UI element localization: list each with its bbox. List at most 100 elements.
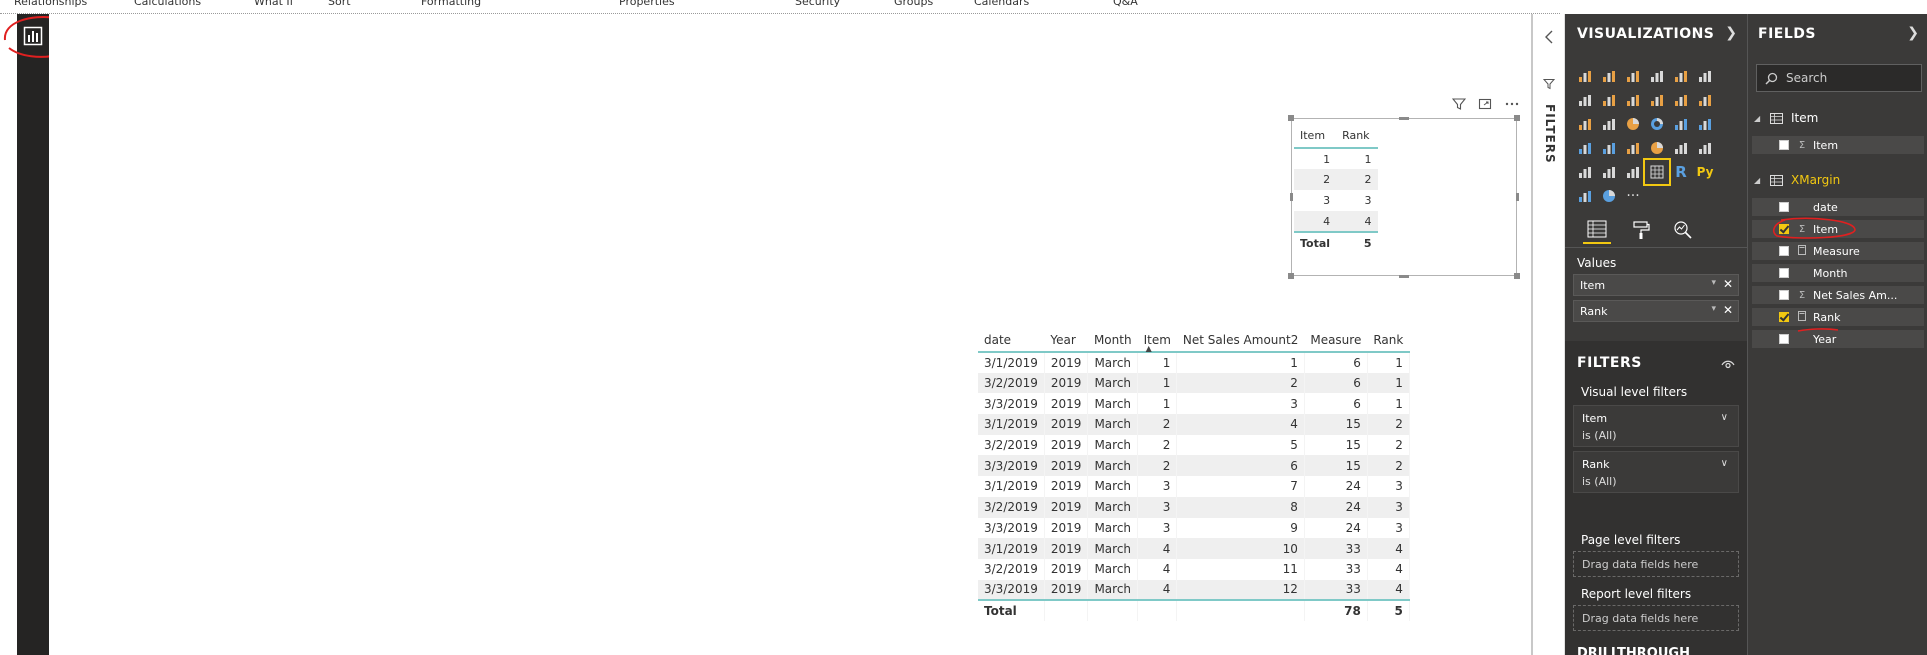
detail-table-visual[interactable]: date Year Month Item ▲ Net Sales Amount2 Measu… [978, 320, 1410, 621]
table-row[interactable]: 33 [1294, 190, 1378, 211]
column-header[interactable]: Rank [1336, 122, 1377, 148]
collapse-chevron-icon[interactable] [1544, 30, 1554, 44]
tab-format[interactable] [1627, 216, 1655, 244]
fields-search-box[interactable] [1756, 64, 1922, 92]
slicer-icon[interactable] [1597, 160, 1621, 184]
remove-field-icon[interactable]: ✕ [1723, 303, 1733, 317]
field-item[interactable]: Σ Item [1752, 136, 1924, 154]
filled-map-icon[interactable] [1573, 136, 1597, 160]
table-row[interactable]: 3/2/2019 2019 March 3 8 24 3 [978, 496, 1410, 518]
value-well-field[interactable]: Item ▾ ✕ [1573, 274, 1739, 296]
map-icon[interactable] [1693, 112, 1717, 136]
shape-map-icon[interactable] [1597, 136, 1621, 160]
table-row[interactable]: 11 [1294, 148, 1378, 169]
chevron-right-icon[interactable]: ❯ [1725, 25, 1737, 41]
scatter-icon[interactable] [1597, 112, 1621, 136]
line-column-icon[interactable] [1645, 88, 1669, 112]
expand-triangle-icon[interactable]: ◢ [1754, 114, 1766, 123]
chevron-down-icon[interactable]: ∨ [1721, 458, 1728, 469]
pie-chart-icon[interactable] [1621, 112, 1645, 136]
column-header[interactable]: Measure [1304, 320, 1367, 352]
report-level-drop-zone[interactable]: Drag data fields here [1573, 605, 1739, 631]
globe-icon[interactable] [1597, 184, 1621, 208]
matrix-icon[interactable] [1643, 158, 1671, 186]
search-input[interactable] [1786, 71, 1916, 85]
column-header[interactable]: Item ▲ [1138, 320, 1177, 353]
field-item[interactable]: Month [1752, 264, 1924, 282]
resize-handle[interactable] [1399, 116, 1409, 120]
eye-icon[interactable] [1721, 355, 1735, 374]
chevron-right-icon[interactable]: ❯ [1907, 25, 1919, 41]
more-options-icon[interactable] [1504, 96, 1520, 115]
resize-handle[interactable] [1288, 273, 1294, 279]
multi-row-card-icon[interactable] [1693, 136, 1717, 160]
area-chart-icon[interactable] [1597, 88, 1621, 112]
field-checkbox[interactable] [1779, 334, 1789, 344]
card-icon[interactable] [1669, 136, 1693, 160]
filter-card[interactable]: Item is (All) ∨ [1573, 405, 1739, 447]
table-row[interactable]: 3/3/2019 2019 March 1 3 6 1 [978, 393, 1410, 415]
table-row[interactable]: 22 [1294, 169, 1378, 190]
tab-analytics[interactable] [1669, 216, 1697, 244]
value-well-field[interactable]: Rank ▾ ✕ [1573, 300, 1739, 322]
clustered-bar-icon[interactable] [1621, 64, 1645, 88]
field-table-header[interactable]: ◢ XMargin [1754, 170, 1924, 190]
report-view-button[interactable] [17, 20, 49, 52]
table-row[interactable]: 3/2/2019 2019 March 4 11 33 4 [978, 558, 1410, 580]
table-row[interactable]: 44 [1294, 211, 1378, 232]
line-stacked-icon[interactable] [1669, 88, 1693, 112]
table-row[interactable]: 3/1/2019 2019 March 3 7 24 3 [978, 476, 1410, 497]
table-row[interactable]: 3/3/2019 2019 March 4 12 33 4 [978, 579, 1410, 601]
table-row[interactable]: 3/2/2019 2019 March 2 5 15 2 [978, 434, 1410, 456]
column-header[interactable]: date [978, 320, 1044, 352]
column-header[interactable]: Year [1044, 320, 1088, 352]
column-header[interactable]: Net Sales Amount2 [1177, 320, 1304, 352]
python-visual-icon[interactable]: Py [1693, 160, 1717, 184]
field-checkbox[interactable] [1779, 312, 1789, 322]
column-header[interactable]: Rank [1367, 320, 1409, 352]
filter-icon[interactable] [1451, 96, 1467, 115]
resize-handle[interactable] [1514, 115, 1520, 121]
line-chart-icon[interactable] [1573, 88, 1597, 112]
field-item[interactable]: Σ Net Sales Am... [1752, 286, 1924, 304]
resize-handle[interactable] [1288, 115, 1294, 121]
field-item[interactable]: Σ Item [1752, 220, 1924, 238]
table-row[interactable]: 3/2/2019 2019 March 1 2 6 1 [978, 372, 1410, 394]
item-rank-table-visual[interactable]: Item Rank 11223344 Total 5 [1291, 118, 1517, 276]
table-row[interactable]: 3/3/2019 2019 March 2 6 15 2 [978, 455, 1410, 477]
table-row[interactable]: 3/1/2019 2019 March 1 1 6 1 [978, 352, 1410, 373]
100-column-icon[interactable] [1693, 64, 1717, 88]
clustered-column-icon[interactable] [1645, 64, 1669, 88]
resize-handle[interactable] [1514, 273, 1520, 279]
resize-handle[interactable] [1515, 193, 1519, 201]
resize-handle[interactable] [1289, 193, 1293, 201]
field-item[interactable]: date [1752, 198, 1924, 216]
more-visuals-icon[interactable]: ··· [1621, 184, 1645, 208]
field-checkbox[interactable] [1779, 268, 1789, 278]
kpi-icon[interactable] [1573, 160, 1597, 184]
funnel-chart-icon[interactable] [1621, 136, 1645, 160]
waterfall-icon[interactable] [1573, 112, 1597, 136]
column-header[interactable]: Month [1088, 320, 1138, 352]
r-visual-icon[interactable]: R [1669, 160, 1693, 184]
treemap-icon[interactable] [1669, 112, 1693, 136]
arcgis-icon[interactable] [1573, 184, 1597, 208]
field-item[interactable]: Measure [1752, 242, 1924, 260]
field-table-header[interactable]: ◢ Item [1754, 108, 1924, 128]
table-row[interactable]: 3/1/2019 2019 March 2 4 15 2 [978, 414, 1410, 435]
resize-handle[interactable] [1399, 274, 1409, 278]
remove-field-icon[interactable]: ✕ [1723, 277, 1733, 291]
chevron-down-icon[interactable]: ▾ [1711, 304, 1716, 314]
stacked-area-icon[interactable] [1621, 88, 1645, 112]
filter-card[interactable]: Rank is (All) ∨ [1573, 451, 1739, 493]
field-item[interactable]: Year [1752, 330, 1924, 348]
expand-triangle-icon[interactable]: ◢ [1754, 176, 1766, 185]
100-bar-icon[interactable] [1669, 64, 1693, 88]
field-checkbox[interactable] [1779, 224, 1789, 234]
field-checkbox[interactable] [1779, 140, 1789, 150]
field-checkbox[interactable] [1779, 246, 1789, 256]
chevron-down-icon[interactable]: ∨ [1721, 412, 1728, 423]
donut-icon[interactable] [1645, 112, 1669, 136]
stacked-column-icon[interactable] [1597, 64, 1621, 88]
focus-mode-icon[interactable] [1478, 96, 1492, 115]
